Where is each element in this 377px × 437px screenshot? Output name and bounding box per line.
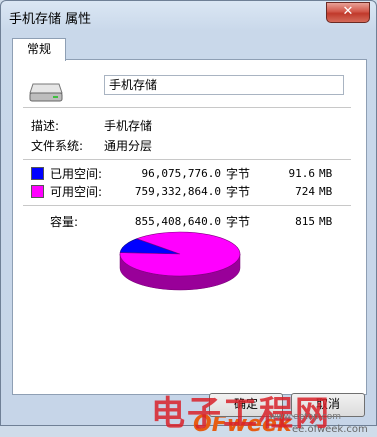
description-label: 描述:: [31, 119, 60, 133]
free-space-swatch: [31, 185, 44, 198]
used-space-swatch: [31, 167, 44, 180]
free-space-bytes: 759,332,864.0: [134, 185, 221, 198]
free-space-unit: 字节: [226, 185, 251, 199]
disk-usage-pie-chart: [119, 231, 241, 291]
used-space-size-unit: MB: [319, 167, 333, 180]
used-space-size: 91.6: [288, 167, 316, 180]
filesystem-value: 通用分层: [104, 139, 153, 153]
capacity-bytes: 855,408,640.0: [134, 215, 221, 228]
capacity-size: 815: [295, 215, 315, 228]
watermark-text: 电子工程网: [151, 394, 331, 434]
window-title: 手机存储 属性: [9, 12, 92, 27]
close-button[interactable]: ✕: [326, 2, 370, 23]
divider: [23, 107, 351, 108]
description-value: 手机存储: [104, 119, 153, 133]
divider: [23, 159, 351, 160]
used-space-label: 已用空间:: [50, 167, 103, 181]
device-name-field[interactable]: [104, 75, 344, 95]
used-space-unit: 字节: [226, 167, 251, 181]
pie-slice-可用空间: [119, 231, 241, 277]
free-space-size-unit: MB: [319, 185, 333, 198]
capacity-label: 容量:: [50, 215, 79, 229]
used-space-bytes: 96,075,776.0: [141, 167, 221, 180]
watermark-url: www.eetop.com: [269, 412, 342, 422]
general-panel: 描述: 手机存储 文件系统: 通用分层 已用空间: 96,075,776.0 字…: [12, 59, 368, 437]
properties-window: 手机存储 属性 ✕ 常规 描述: 手机存储 文件系统: 通用分层 已用空间: 9…: [0, 0, 377, 437]
capacity-size-unit: MB: [319, 215, 333, 228]
divider: [23, 205, 351, 206]
free-space-size: 724: [295, 185, 315, 198]
free-space-label: 可用空间:: [50, 185, 103, 199]
filesystem-label: 文件系统:: [31, 139, 84, 153]
tab-general[interactable]: 常规: [12, 38, 66, 61]
drive-icon: [29, 83, 63, 102]
